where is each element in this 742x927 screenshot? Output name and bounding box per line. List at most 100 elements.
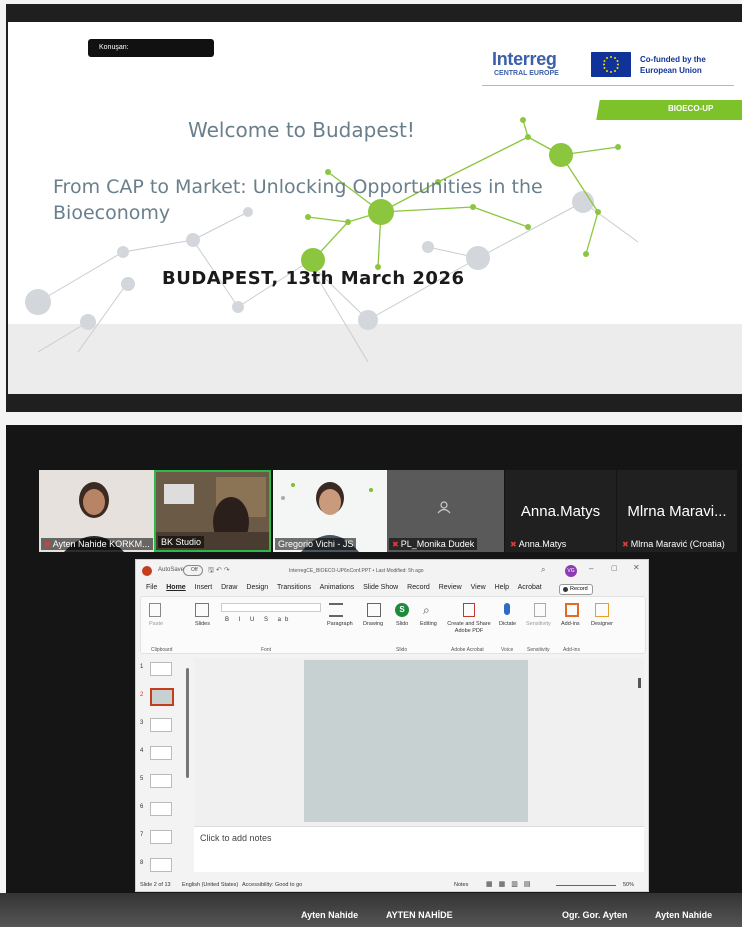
- ppt-titlebar: AutoSave Off 🖫↶↷ InterregCE_BIOECO-UP6nC…: [136, 560, 648, 582]
- paste-icon[interactable]: [149, 603, 161, 617]
- participant-display-name: Anna.Matys: [520, 503, 601, 520]
- notes-button[interactable]: Notes: [454, 882, 468, 888]
- notes-placeholder: Click to add notes: [200, 833, 272, 843]
- designer-icon[interactable]: [595, 603, 609, 617]
- font-format-buttons[interactable]: B I U S ab: [225, 617, 292, 623]
- tab-animations[interactable]: Animations: [320, 584, 355, 591]
- group-clipboard: Clipboard: [151, 647, 173, 653]
- addins-icon[interactable]: [565, 603, 579, 617]
- thumbnail-scrollbar[interactable]: [186, 668, 189, 778]
- slide-welcome: Welcome to Budapest!: [188, 118, 415, 142]
- pdf-icon[interactable]: [463, 603, 475, 617]
- autosave-toggle[interactable]: Off: [183, 565, 203, 576]
- tab-slide-show[interactable]: Slide Show: [363, 584, 398, 591]
- slide-number: 5: [140, 776, 144, 782]
- participant-name: Ayten Nahide: [655, 910, 713, 920]
- participant-tile[interactable]: ✖ Ayten Nahide KORKM...: [39, 470, 154, 552]
- slide-number: 3: [140, 720, 144, 726]
- participant-tile[interactable]: ✖ PL_Monika Dudek: [387, 470, 504, 552]
- participant-name: BK Studio: [158, 536, 205, 548]
- tab-transitions[interactable]: Transitions: [277, 584, 311, 591]
- tab-review[interactable]: Review: [439, 584, 462, 591]
- participant-strip: Ayten Nahide AYTEN NAHİDE Ogr. Gor. Ayte…: [0, 893, 742, 927]
- editing-icon[interactable]: ⌕: [423, 603, 430, 618]
- dictate-icon[interactable]: [504, 603, 510, 615]
- tab-record[interactable]: Record: [407, 584, 430, 591]
- cofunded-label: Co-funded by the European Union: [640, 55, 706, 75]
- view-buttons[interactable]: ▦▦▥▤: [486, 880, 536, 888]
- slide-thumbnail[interactable]: [150, 746, 172, 760]
- dictate-label: Dictate: [499, 621, 517, 627]
- record-icon: [563, 587, 568, 592]
- current-slide[interactable]: [304, 660, 528, 822]
- eu-flag-icon: [591, 52, 631, 77]
- slido-icon[interactable]: S: [395, 603, 409, 617]
- presentation-slide: Konuşan: Interreg CENTRAL EUROPE Co-fund…: [8, 22, 742, 394]
- status-bar: Slide 2 of 13 English (United States) Ac…: [136, 878, 648, 891]
- slide-thumbnail[interactable]: [150, 830, 172, 844]
- slide-number: 6: [140, 804, 144, 810]
- tab-file[interactable]: File: [146, 584, 157, 591]
- participant-name: Gregorio Vichi - JS: [275, 538, 357, 550]
- slide-thumbnail[interactable]: [150, 858, 172, 872]
- quick-access-icons[interactable]: 🖫↶↷: [208, 566, 232, 577]
- participant-name: ✖ PL_Monika Dudek: [389, 538, 478, 550]
- ribbon: Paste Slides B I U S ab Paragraph Drawin…: [140, 596, 646, 654]
- designer-label: Designer: [591, 621, 614, 627]
- participant-tile[interactable]: Anna.Matys ✖ Anna.Matys: [505, 470, 616, 552]
- participant-tile-active[interactable]: BK Studio: [154, 470, 271, 552]
- record-button[interactable]: Record: [559, 584, 593, 595]
- create-pdf-label: Create and Share Adobe PDF: [447, 621, 491, 634]
- tab-view[interactable]: View: [471, 584, 486, 591]
- participant-display-name: Mlrna Maravi...: [627, 503, 727, 520]
- slides-label: Slides: [195, 621, 210, 627]
- tab-draw[interactable]: Draw: [221, 584, 237, 591]
- paragraph-icon[interactable]: [329, 603, 343, 617]
- canvas-scrollbar[interactable]: [638, 678, 641, 688]
- avatar[interactable]: VG: [565, 565, 577, 577]
- sensitivity-label: Sensitivity: [526, 621, 551, 627]
- slido-label: Slido: [396, 621, 409, 627]
- slide-number: 4: [140, 748, 144, 754]
- slides-icon[interactable]: [195, 603, 209, 617]
- slide-thumbnail[interactable]: [150, 802, 172, 816]
- group-voice: Voice: [501, 647, 514, 653]
- maximize-icon[interactable]: ▢: [611, 564, 618, 572]
- logo-divider: [482, 85, 734, 86]
- participant-tile[interactable]: Mlrna Maravi... ✖ Mlrna Maravić (Croatia): [617, 470, 737, 552]
- sensitivity-icon[interactable]: [534, 603, 546, 617]
- tab-help[interactable]: Help: [495, 584, 509, 591]
- notes-pane[interactable]: Click to add notes: [194, 826, 644, 872]
- slide-thumbnail[interactable]: [150, 718, 172, 732]
- zoom-level[interactable]: 50%: [623, 882, 634, 888]
- participant-name: Ayten Nahide: [301, 910, 359, 920]
- language[interactable]: English (United States): [182, 882, 238, 888]
- slide-canvas[interactable]: [194, 658, 644, 826]
- tab-design[interactable]: Design: [246, 584, 268, 591]
- slide-thumbnail-selected[interactable]: [150, 688, 174, 706]
- slide-count: Slide 2 of 13: [140, 882, 171, 888]
- drawing-icon[interactable]: [367, 603, 381, 617]
- slide-number: 2: [140, 692, 144, 698]
- minimize-icon[interactable]: –: [589, 564, 593, 573]
- group-sensitivity: Sensitivity: [527, 647, 550, 653]
- search-icon[interactable]: ⌕: [541, 565, 545, 575]
- font-name-select[interactable]: [221, 603, 321, 612]
- slide-thumbnail[interactable]: [150, 662, 172, 676]
- tab-insert[interactable]: Insert: [195, 584, 213, 591]
- participant-name: ✖ Mlrna Maravić (Croatia): [622, 539, 725, 549]
- close-icon[interactable]: ✕: [633, 563, 640, 572]
- slide-number: 7: [140, 832, 144, 838]
- accessibility-status[interactable]: Accessibility: Good to go: [242, 882, 302, 888]
- group-font: Font: [261, 647, 272, 653]
- tab-acrobat[interactable]: Acrobat: [518, 584, 542, 591]
- slide-thumbnail[interactable]: [150, 774, 172, 788]
- participant-tile[interactable]: Gregorio Vichi - JS: [273, 470, 387, 552]
- tab-home[interactable]: Home: [166, 584, 185, 591]
- zoom-slider[interactable]: [556, 885, 616, 886]
- autosave-label: AutoSave: [158, 567, 185, 573]
- group-slido: Slido: [396, 647, 408, 653]
- meeting-window: ✖ Ayten Nahide KORKM... BK Studio Gregori…: [6, 425, 742, 927]
- ribbon-tabs: File Home Insert Draw Design Transitions…: [146, 584, 549, 591]
- participant-name: AYTEN NAHİDE: [386, 910, 453, 920]
